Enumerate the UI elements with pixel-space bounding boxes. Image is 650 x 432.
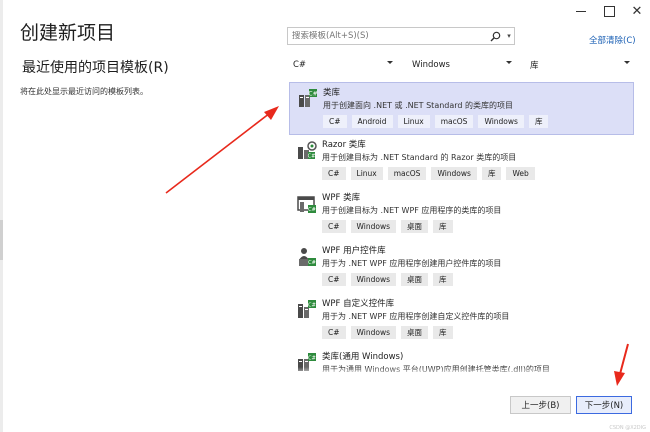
template-item-wpf-custom-control-library[interactable]: C# WPF 自定义控件库 用于为 .NET WPF 应用程序创建自定义控件库的… [289,294,634,347]
svg-text:C#: C# [308,91,317,98]
svg-text:C#: C# [308,207,316,213]
watermark: CSDN @X2DIG [609,425,646,431]
maximize-icon[interactable] [602,4,616,18]
template-description: 用于为 .NET WPF 应用程序创建自定义控件库的项目 [322,312,510,321]
template-tags: C# Windows 桌面 库 [322,220,634,233]
tag: C# [322,273,346,286]
svg-text:C#: C# [308,154,316,160]
close-icon[interactable]: ✕ [630,4,644,19]
platform-filter-value: Windows [412,60,450,70]
search-icon[interactable] [486,28,504,44]
template-search-box[interactable]: ▾ [287,27,515,45]
tag: 桌面 [401,220,429,233]
tag: Windows [350,273,397,286]
tag: 库 [433,326,453,339]
template-item-wpf-class-library[interactable]: C# WPF 类库 用于创建目标为 .NET WPF 应用程序的类库的项目 C#… [289,188,634,241]
tag: 桌面 [401,273,429,286]
tag: C# [322,326,346,339]
platform-filter[interactable]: Windows [408,57,514,73]
window-controls: ✕ [574,4,644,19]
template-tags: C# Linux macOS Windows 库 Web [322,167,634,180]
template-description: 用于创建目标为 .NET Standard 的 Razor 类库的项目 [322,153,517,162]
tag: Web [506,167,535,180]
tag: Windows [431,167,477,180]
tag: C# [322,220,346,233]
razor-library-icon: C# [298,141,317,160]
template-name: 类库 [323,88,341,98]
chevron-down-icon[interactable]: ▾ [504,32,514,40]
project-type-filter-value: 库 [530,61,539,71]
tag: Android [351,115,393,128]
svg-text:C#: C# [308,260,316,266]
template-description: 用于为 .NET WPF 应用程序创建用户控件库的项目 [322,259,502,268]
tag: Linux [350,167,383,180]
template-tags: C# Windows 桌面 库 [322,326,634,339]
template-description: 用于创建面向 .NET 或 .NET Standard 的类库的项目 [323,101,514,110]
template-name: 类库(通用 Windows) [322,352,404,362]
template-name: WPF 自定义控件库 [322,299,395,309]
tag: 库 [481,167,502,180]
template-name: WPF 类库 [322,193,361,203]
arrow-to-class-library [165,106,279,194]
template-item-wpf-user-control-library[interactable]: C# WPF 用户控件库 用于为 .NET WPF 应用程序创建用户控件库的项目… [289,241,634,294]
chevron-down-icon [624,61,630,64]
project-type-filter[interactable]: 库 [526,57,632,73]
next-button[interactable]: 下一步(N) [576,396,632,414]
svg-text:C#: C# [308,303,316,309]
language-filter-value: C# [293,60,307,70]
chevron-down-icon [506,61,512,64]
svg-text:C#: C# [308,356,316,362]
tag: 桌面 [401,326,429,339]
tag: Windows [350,326,397,339]
template-tags: C# Windows 桌面 库 [322,273,634,286]
language-filter[interactable]: C# [289,57,395,73]
template-item-razor-class-library[interactable]: C# Razor 类库 用于创建目标为 .NET Standard 的 Razo… [289,135,634,188]
back-button[interactable]: 上一步(B) [510,396,571,414]
tag: 库 [528,115,549,128]
template-name: Razor 类库 [322,140,366,150]
chevron-down-icon [387,61,393,64]
tag: C# [322,167,346,180]
recent-templates-description: 将在此处显示最近访问的模板列表。 [20,87,148,96]
tag: 库 [433,220,453,233]
template-name: WPF 用户控件库 [322,246,386,256]
template-description: 用于创建目标为 .NET WPF 应用程序的类库的项目 [322,206,502,215]
wpf-custom-control-icon: C# [298,300,316,318]
tag: Windows [478,115,524,128]
tag: C# [323,115,347,128]
recent-templates-heading: 最近使用的项目模板(R) [22,60,169,76]
template-tags: C# Android Linux macOS Windows 库 [323,115,633,128]
class-library-icon: C# [299,89,318,107]
wpf-library-icon: C# [297,196,316,213]
clear-all-link[interactable]: 全部清除(C) [589,34,636,46]
minimize-icon[interactable] [574,4,588,18]
search-input[interactable] [288,31,486,41]
tag: Windows [350,220,397,233]
tag: macOS [387,167,427,180]
page-title: 创建新项目 [20,22,116,44]
tag: 库 [433,273,453,286]
tag: Linux [397,115,430,128]
template-list: C# 类库 用于创建面向 .NET 或 .NET Standard 的类库的项目… [289,82,641,372]
left-window-edge [0,0,3,432]
wpf-user-control-icon: C# [299,248,316,266]
list-fade [289,367,641,377]
template-item-class-library[interactable]: C# 类库 用于创建面向 .NET 或 .NET Standard 的类库的项目… [289,82,634,135]
tag: macOS [434,115,474,128]
